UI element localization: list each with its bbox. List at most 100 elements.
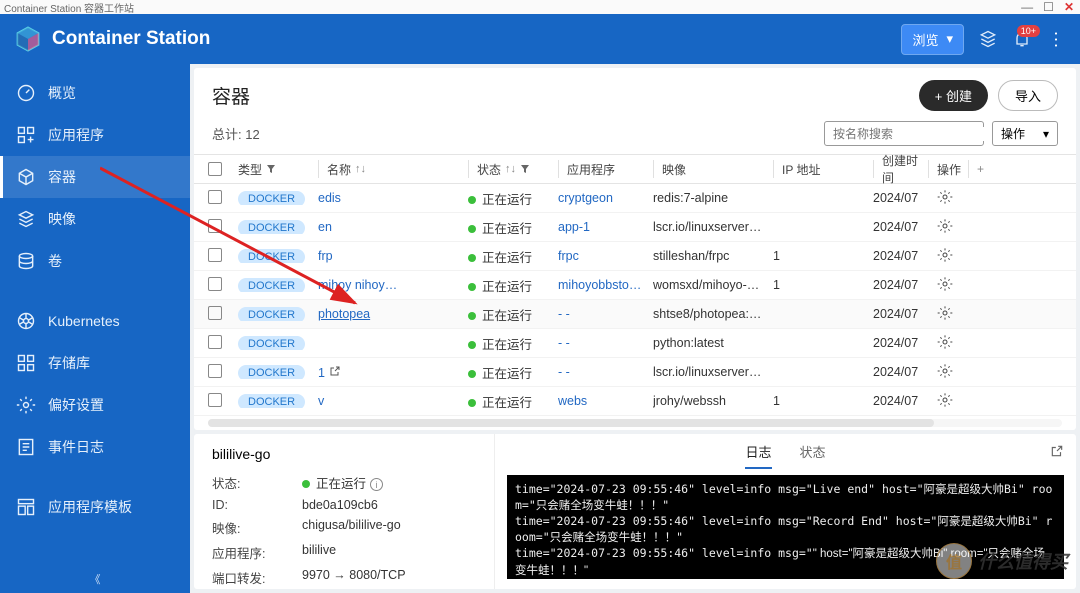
row-gear-icon[interactable]: [937, 218, 953, 234]
row-checkbox[interactable]: [208, 248, 222, 262]
table-row[interactable]: DOCKERv正在运行websjrohy/webssh12024/07: [194, 387, 1076, 416]
template-icon: [16, 497, 36, 517]
app-link[interactable]: - -: [558, 307, 570, 321]
row-checkbox[interactable]: [208, 393, 222, 407]
search-input-wrapper[interactable]: [824, 121, 984, 146]
popout-icon[interactable]: [1050, 444, 1064, 458]
sidebar-item-volumes[interactable]: 卷: [0, 240, 190, 282]
col-name[interactable]: 名称 ↑↓: [318, 160, 468, 178]
container-name-link[interactable]: v: [318, 394, 324, 408]
tab-log[interactable]: 日志: [745, 442, 771, 469]
docker-tag: DOCKER: [238, 191, 305, 205]
created-cell: 2024/07: [873, 220, 928, 234]
win-minimize[interactable]: —: [1021, 0, 1033, 14]
tab-state[interactable]: 状态: [800, 442, 826, 469]
notification-bell-icon[interactable]: 10+: [1012, 29, 1032, 49]
container-name-link[interactable]: photopea: [318, 307, 370, 321]
browse-button[interactable]: 浏览▾: [901, 24, 964, 55]
sidebar-item-repositories[interactable]: 存储库: [0, 342, 190, 384]
cube-icon: [16, 167, 36, 187]
import-button[interactable]: 导入: [998, 80, 1058, 111]
app-link[interactable]: cryptgeon: [558, 191, 613, 205]
container-name-link[interactable]: mihoy nihoy…: [318, 278, 397, 292]
horizontal-scrollbar[interactable]: [208, 419, 1062, 427]
app-link[interactable]: frpc: [558, 249, 579, 263]
row-checkbox[interactable]: [208, 277, 222, 291]
col-created[interactable]: 创建时间: [873, 160, 928, 178]
stack-icon[interactable]: [978, 29, 998, 49]
row-gear-icon[interactable]: [937, 305, 953, 321]
add-column-icon[interactable]: +: [968, 160, 988, 178]
status-dot-icon: [468, 196, 476, 204]
sidebar-collapse[interactable]: 《: [90, 571, 101, 587]
sidebar-item-label: 概览: [48, 83, 76, 103]
sidebar-item-event-log[interactable]: 事件日志: [0, 426, 190, 468]
col-status[interactable]: 状态 ↑↓: [468, 160, 558, 178]
operation-select[interactable]: 操作▾: [992, 121, 1058, 146]
app-link[interactable]: mihoyobbsto…: [558, 278, 641, 292]
sidebar-item-kubernetes[interactable]: Kubernetes: [0, 300, 190, 342]
row-gear-icon[interactable]: [937, 392, 953, 408]
container-name-link[interactable]: 1: [318, 366, 325, 380]
row-checkbox[interactable]: [208, 335, 222, 349]
status-dot-icon: [468, 225, 476, 233]
table-row[interactable]: DOCKERfrp正在运行frpcstilleshan/frpc12024/07: [194, 242, 1076, 271]
row-gear-icon[interactable]: [937, 189, 953, 205]
status-dot-icon: [468, 370, 476, 378]
external-link-icon[interactable]: [329, 365, 341, 377]
docker-tag: DOCKER: [238, 278, 305, 292]
table-row[interactable]: DOCKER1正在运行- -lscr.io/linuxserver…2024/0…: [194, 358, 1076, 387]
log-icon: [16, 437, 36, 457]
detail-app: bililive: [302, 543, 336, 562]
ip-cell: 1: [773, 249, 873, 263]
table-row[interactable]: DOCKER正在运行- -python:latest2024/07: [194, 329, 1076, 358]
table-row[interactable]: DOCKERen正在运行app-1lscr.io/linuxserver…202…: [194, 213, 1076, 242]
sidebar-item-images[interactable]: 映像: [0, 198, 190, 240]
status-dot-icon: [468, 399, 476, 407]
table-row[interactable]: DOCKERedis正在运行cryptgeonredis:7-alpine202…: [194, 184, 1076, 213]
sidebar-item-preferences[interactable]: 偏好设置: [0, 384, 190, 426]
info-icon[interactable]: i: [370, 478, 383, 491]
row-checkbox[interactable]: [208, 219, 222, 233]
image-cell: jrohy/webssh: [653, 394, 773, 408]
app-link[interactable]: webs: [558, 394, 587, 408]
col-image[interactable]: 映像: [653, 160, 773, 178]
win-maximize[interactable]: ☐: [1043, 0, 1054, 14]
grid-icon: [16, 353, 36, 373]
more-menu-icon[interactable]: ⋯: [1046, 29, 1066, 49]
sidebar-item-templates[interactable]: 应用程序模板: [0, 486, 190, 528]
sidebar-item-overview[interactable]: 概览: [0, 72, 190, 114]
col-ip[interactable]: IP 地址: [773, 160, 873, 178]
app-link[interactable]: - -: [558, 365, 570, 379]
status-dot-icon: [468, 254, 476, 262]
app-link[interactable]: app-1: [558, 220, 590, 234]
row-gear-icon[interactable]: [937, 276, 953, 292]
created-cell: 2024/07: [873, 278, 928, 292]
container-name-link[interactable]: frp: [318, 249, 333, 263]
image-cell: womsxd/mihoyo-…: [653, 278, 773, 292]
sidebar-item-label: 存储库: [48, 353, 90, 373]
app-link[interactable]: - -: [558, 336, 570, 350]
table-row[interactable]: DOCKERmihoy nihoy…正在运行mihoyobbsto…womsxd…: [194, 271, 1076, 300]
sidebar-item-containers[interactable]: 容器: [0, 156, 190, 198]
row-checkbox[interactable]: [208, 190, 222, 204]
row-checkbox[interactable]: [208, 364, 222, 378]
table-row[interactable]: DOCKERphotopea正在运行- -shtse8/photopea:…20…: [194, 300, 1076, 329]
sidebar-item-applications[interactable]: 应用程序: [0, 114, 190, 156]
create-button[interactable]: + 创建: [919, 80, 988, 111]
col-app[interactable]: 应用程序: [558, 160, 653, 178]
select-all-checkbox[interactable]: [208, 162, 222, 176]
row-gear-icon[interactable]: [937, 334, 953, 350]
win-close[interactable]: ✕: [1064, 0, 1074, 14]
row-gear-icon[interactable]: [937, 363, 953, 379]
container-name-link[interactable]: edis: [318, 191, 341, 205]
search-input[interactable]: [833, 127, 988, 141]
filter-icon: [520, 164, 530, 174]
created-cell: 2024/07: [873, 249, 928, 263]
docker-tag: DOCKER: [238, 336, 305, 350]
row-checkbox[interactable]: [208, 306, 222, 320]
image-cell: python:latest: [653, 336, 773, 350]
col-type[interactable]: 类型: [238, 161, 318, 178]
row-gear-icon[interactable]: [937, 247, 953, 263]
container-name-link[interactable]: en: [318, 220, 332, 234]
